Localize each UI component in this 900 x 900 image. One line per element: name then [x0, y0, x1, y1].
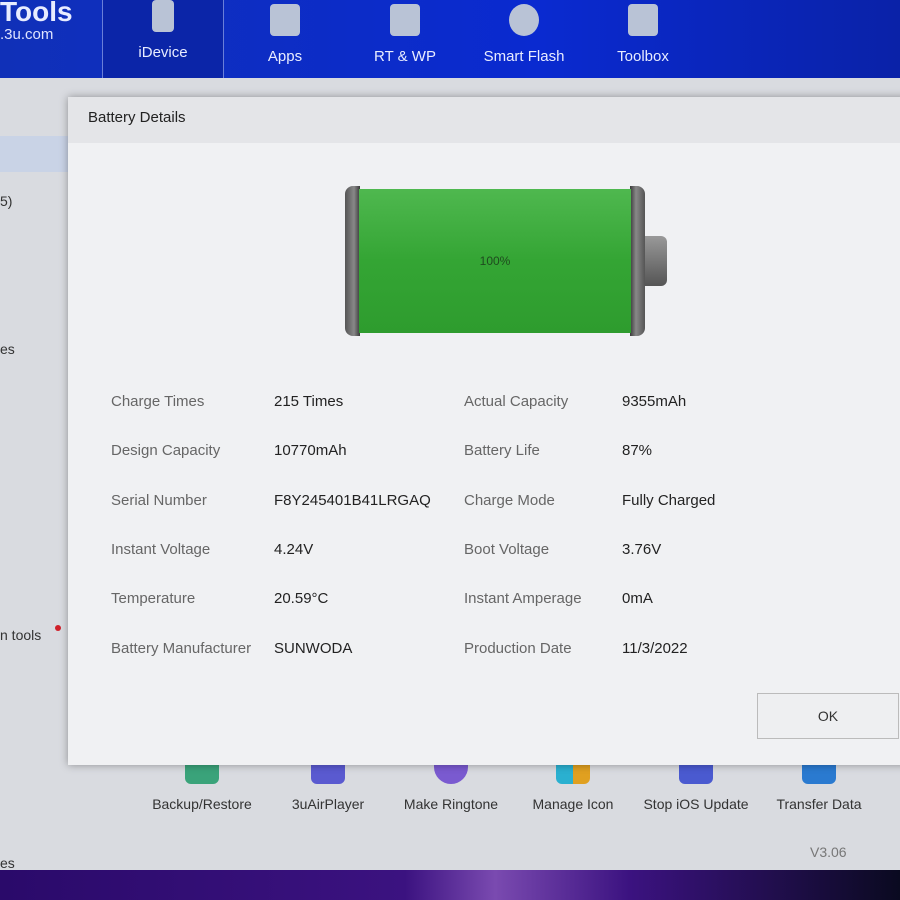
desktop-background: [0, 870, 900, 900]
detail-label: Battery Manufacturer: [111, 639, 252, 657]
tool-make-ringtone[interactable]: Make Ringtone: [386, 758, 516, 812]
tool-3uairplayer[interactable]: 3uAirPlayer: [263, 758, 393, 812]
toolbox-icon: [628, 4, 658, 36]
detail-value: SUNWODA: [274, 639, 353, 657]
sidebar-fragment: 5): [0, 193, 13, 209]
detail-label: Charge Mode: [464, 491, 555, 509]
detail-label: Boot Voltage: [464, 540, 550, 558]
detail-value: 9355mAh: [622, 393, 687, 410]
nav-label: Toolbox: [617, 48, 669, 65]
tool-stop-ios-update[interactable]: Stop iOS Update: [631, 758, 761, 812]
nav-label: RT & WP: [374, 48, 436, 65]
detail-label: Actual Capacity: [464, 393, 569, 410]
phone-icon: [152, 0, 174, 32]
detail-label: Temperature: [111, 590, 196, 608]
battery-terminal: [645, 236, 667, 286]
detail-value: 3.76V: [622, 540, 662, 558]
dialog-title: Battery Details: [88, 109, 186, 126]
sidebar-fragment: es: [0, 341, 15, 357]
battery-graphic: 100%: [345, 186, 667, 336]
detail-value: Fully Charged: [622, 491, 716, 509]
nav-label: Smart Flash: [483, 48, 565, 65]
sidebar-selected-item[interactable]: [0, 136, 68, 172]
music-folder-icon: [390, 4, 420, 36]
detail-value: 10770mAh: [274, 442, 347, 460]
detail-label: Instant Amperage: [464, 590, 582, 608]
tool-label: 3uAirPlayer: [291, 796, 365, 812]
tool-transfer-data[interactable]: Transfer Data: [754, 758, 884, 812]
version-label: V3.06: [810, 844, 847, 860]
app-logo-title: Tools: [0, 0, 73, 27]
notification-dot: [55, 625, 61, 631]
detail-value: 11/3/2022: [622, 639, 688, 657]
battery-details-dialog: Battery Details 100% Charge Times 215 Tim…: [68, 97, 900, 765]
detail-value: 215 Times: [274, 393, 344, 410]
nav-apps[interactable]: Apps: [225, 0, 345, 78]
detail-value: F8Y245401B41LRGAQ: [274, 491, 431, 509]
tool-label: Make Ringtone: [403, 796, 499, 812]
detail-value: 20.59°C: [274, 590, 329, 608]
detail-value: 4.24V: [274, 540, 314, 558]
battery-percent: 100%: [479, 254, 511, 268]
detail-value: 87%: [622, 442, 653, 460]
detail-label: Battery Life: [464, 442, 540, 460]
sidebar-fragment: es: [0, 855, 15, 871]
sidebar-item-tools[interactable]: n tools: [0, 627, 41, 643]
dialog-title-bar[interactable]: Battery Details: [68, 97, 900, 143]
tool-manage-icon[interactable]: Manage Icon: [508, 758, 638, 812]
tool-label: Backup/Restore: [152, 796, 252, 812]
nav-idevice[interactable]: iDevice: [102, 0, 224, 78]
cube-icon: [270, 4, 300, 36]
app-logo-subtitle: .3u.com: [0, 26, 54, 43]
nav-toolbox[interactable]: Toolbox: [583, 0, 703, 78]
detail-label: Charge Times: [111, 393, 205, 410]
detail-label: Instant Voltage: [111, 540, 211, 558]
tool-label: Transfer Data: [776, 796, 862, 812]
detail-label: Design Capacity: [111, 442, 221, 460]
top-navigation-bar: Tools .3u.com iDevice Apps RT & WP Smart…: [0, 0, 900, 78]
detail-label: Production Date: [464, 639, 572, 657]
detail-value: 0mA: [622, 590, 653, 608]
nav-smart-flash[interactable]: Smart Flash: [464, 0, 584, 78]
tool-label: Stop iOS Update: [643, 796, 749, 812]
detail-label: Serial Number: [111, 491, 207, 509]
nav-rt-wp[interactable]: RT & WP: [345, 0, 465, 78]
ok-button[interactable]: OK: [757, 693, 899, 739]
tool-backup-restore[interactable]: Backup/Restore: [137, 758, 267, 812]
nav-label: iDevice: [138, 44, 188, 61]
nav-label: Apps: [267, 48, 303, 65]
shield-refresh-icon: [509, 4, 539, 36]
tool-label: Manage Icon: [532, 796, 614, 812]
